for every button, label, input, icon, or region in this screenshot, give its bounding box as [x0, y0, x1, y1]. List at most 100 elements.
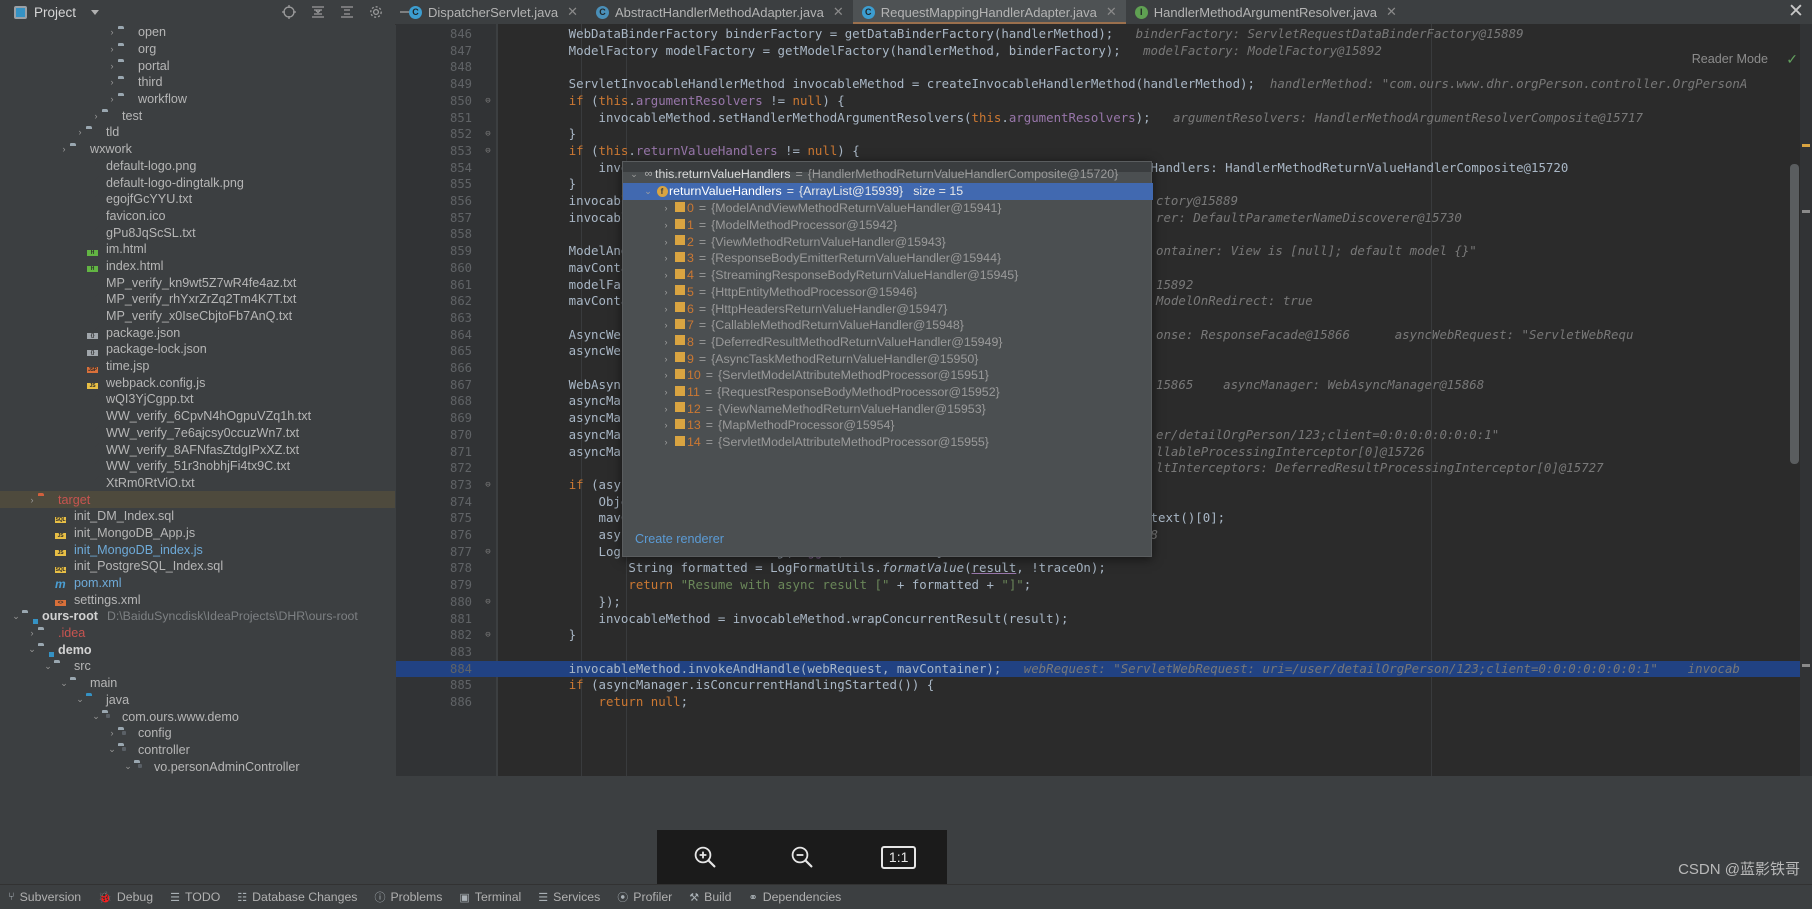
- editor-tab[interactable]: C AbstractHandlerMethodAdapter.java ✕: [587, 0, 853, 24]
- tree-row[interactable]: ⌄ main: [0, 675, 395, 692]
- chevron-down-icon[interactable]: ⌄: [74, 694, 86, 705]
- tree-row[interactable]: default-logo.png: [0, 158, 395, 175]
- image-zoom-toolbar[interactable]: 1:1: [657, 830, 947, 884]
- chevron-right-icon[interactable]: ›: [659, 387, 673, 397]
- popup-list-item[interactable]: › 2 = {ViewMethodReturnValueHandler@15943}: [659, 233, 1153, 250]
- chevron-right-icon[interactable]: ›: [26, 495, 38, 505]
- close-icon[interactable]: ✕: [1106, 4, 1117, 20]
- status-bar-debug[interactable]: 🐞 Debug: [98, 890, 153, 904]
- popup-list-item[interactable]: › 8 = {DeferredResultMethodReturnValueHandl…: [659, 334, 1153, 351]
- popup-list-item[interactable]: › 5 = {HttpEntityMethodProcessor@15946}: [659, 284, 1153, 301]
- tree-row[interactable]: SQL init_PostgreSQL_Index.sql: [0, 558, 395, 575]
- tree-row[interactable]: MP_verify_x0IseCbjtoFb7AnQ.txt: [0, 308, 395, 325]
- code-fold-icon[interactable]: ⊖: [482, 594, 494, 611]
- gear-icon[interactable]: [368, 4, 384, 20]
- chevron-right-icon[interactable]: ›: [659, 237, 673, 247]
- chevron-down-icon[interactable]: ⌄: [641, 186, 655, 197]
- tree-row[interactable]: SQL init_DM_Index.sql: [0, 508, 395, 525]
- tree-row[interactable]: default-logo-dingtalk.png: [0, 174, 395, 191]
- code-line[interactable]: 885 if (asyncManager.isConcurrentHandlin…: [396, 677, 1812, 694]
- code-line[interactable]: 846 WebDataBinderFactory binderFactory =…: [396, 26, 1812, 43]
- chevron-right-icon[interactable]: ›: [659, 354, 673, 364]
- chevron-right-icon[interactable]: ›: [659, 404, 673, 414]
- chevron-right-icon[interactable]: ›: [659, 337, 673, 347]
- popup-list-item[interactable]: › 7 = {CallableMethodReturnValueHandler@159…: [659, 317, 1153, 334]
- tree-row[interactable]: {} package.json: [0, 324, 395, 341]
- tree-row[interactable]: WW_verify_51r3nobhjFi4tx9C.txt: [0, 458, 395, 475]
- chevron-right-icon[interactable]: ›: [74, 127, 86, 137]
- chevron-right-icon[interactable]: ›: [659, 270, 673, 280]
- zoom-in-icon[interactable]: [682, 838, 728, 876]
- chevron-right-icon[interactable]: ›: [106, 27, 118, 37]
- code-line[interactable]: 848: [396, 59, 1812, 76]
- tree-row[interactable]: › .idea: [0, 625, 395, 642]
- chevron-right-icon[interactable]: ›: [659, 287, 673, 297]
- chevron-right-icon[interactable]: ›: [659, 420, 673, 430]
- chevron-down-icon[interactable]: ⌄: [106, 744, 118, 755]
- tree-row[interactable]: › wxwork: [0, 141, 395, 158]
- code-line[interactable]: 878 String formatted = LogFormatUtils.fo…: [396, 560, 1812, 577]
- status-bar-terminal[interactable]: ▣ Terminal: [459, 890, 521, 904]
- chevron-right-icon[interactable]: ›: [106, 44, 118, 54]
- code-fold-icon[interactable]: ⊖: [482, 544, 494, 561]
- code-line[interactable]: 880 ⊖ });: [396, 594, 1812, 611]
- popup-list-item[interactable]: › 3 = {ResponseBodyEmitterReturnValueHandle…: [659, 250, 1153, 267]
- code-line[interactable]: 879 return "Resume with async result [" …: [396, 577, 1812, 594]
- editor-tab[interactable]: C RequestMappingHandlerAdapter.java ✕: [852, 0, 1126, 24]
- chevron-right-icon[interactable]: ›: [659, 320, 673, 330]
- tree-row[interactable]: WW_verify_7e6ajcsy0ccuzWn7.txt: [0, 425, 395, 442]
- project-tool-button[interactable]: Project: [0, 0, 109, 24]
- chevron-right-icon[interactable]: ›: [659, 370, 673, 380]
- tree-row[interactable]: MP_verify_kn9wt5Z7wR4fe4az.txt: [0, 274, 395, 291]
- popup-list-item[interactable]: › 11 = {RequestResponseBodyMethodProcessor@…: [659, 384, 1153, 401]
- close-icon[interactable]: ✕: [833, 4, 844, 20]
- error-stripe-gutter[interactable]: [1800, 24, 1812, 776]
- code-fold-icon[interactable]: ⊖: [482, 627, 494, 644]
- chevron-right-icon[interactable]: ›: [106, 61, 118, 71]
- popup-list-item[interactable]: › 12 = {ViewNameMethodReturnValueHandler@15…: [659, 400, 1153, 417]
- status-bar-database-changes[interactable]: ☷ Database Changes: [237, 890, 357, 904]
- chevron-down-icon[interactable]: ⌄: [26, 644, 38, 655]
- tree-row[interactable]: › target: [0, 491, 395, 508]
- tree-row[interactable]: JSP time.jsp: [0, 358, 395, 375]
- popup-list-item[interactable]: › 10 = {ServletModelAttributeMethodProcesso…: [659, 367, 1153, 384]
- tree-row[interactable]: m pom.xml: [0, 575, 395, 592]
- collapse-all-icon[interactable]: [310, 4, 326, 20]
- expand-all-icon[interactable]: [339, 4, 355, 20]
- popup-list-item[interactable]: › 9 = {AsyncTaskMethodReturnValueHandler@15…: [659, 350, 1153, 367]
- chevron-right-icon[interactable]: ›: [106, 94, 118, 104]
- code-fold-icon[interactable]: ⊖: [482, 477, 494, 494]
- popup-list-item[interactable]: › 6 = {HttpHeadersReturnValueHandler@15947}: [659, 300, 1153, 317]
- tree-row[interactable]: WW_verify_6CpvN4hOgpuVZq1h.txt: [0, 408, 395, 425]
- popup-list-item[interactable]: › 1 = {ModelMethodProcessor@15942}: [659, 217, 1153, 234]
- chevron-down-icon[interactable]: ⌄: [90, 711, 102, 722]
- tree-row[interactable]: Hindex.html: [0, 258, 395, 275]
- tree-row[interactable]: ⌄ com.ours.www.demo: [0, 708, 395, 725]
- tree-row[interactable]: gPu8JqScSL.txt: [0, 224, 395, 241]
- status-bar-build[interactable]: ⚒ Build: [689, 890, 731, 904]
- tree-row[interactable]: favicon.ico: [0, 208, 395, 225]
- popup-list-item[interactable]: › 13 = {MapMethodProcessor@15954}: [659, 417, 1153, 434]
- status-bar-dependencies[interactable]: ⚭ Dependencies: [748, 890, 841, 904]
- tree-row[interactable]: ⌄ src: [0, 658, 395, 675]
- code-line[interactable]: 849 ServletInvocableHandlerMethod invoca…: [396, 76, 1812, 93]
- chevron-down-icon[interactable]: ⌄: [122, 761, 134, 772]
- popup-list-item[interactable]: › 4 = {StreamingResponseBodyReturnValueHand…: [659, 267, 1153, 284]
- tree-row[interactable]: › tld: [0, 124, 395, 141]
- code-line[interactable]: 886 return null;: [396, 694, 1812, 711]
- chevron-down-icon[interactable]: ⌄: [10, 611, 22, 622]
- code-line[interactable]: 850 ⊖ if (this.argumentResolvers != null)…: [396, 93, 1812, 110]
- inspection-ok-icon[interactable]: ✓: [1786, 51, 1798, 68]
- chevron-right-icon[interactable]: ›: [659, 304, 673, 314]
- debugger-value-popup[interactable]: ⌄ ∞ this.returnValueHandlers = {HandlerM…: [622, 161, 1153, 557]
- chevron-right-icon[interactable]: ›: [659, 253, 673, 263]
- popup-root-row[interactable]: ⌄ ∞ this.returnValueHandlers = {HandlerM…: [627, 166, 1149, 183]
- tree-row[interactable]: JS init_MongoDB_index.js: [0, 541, 395, 558]
- editor-tab[interactable]: C DispatcherServlet.java ✕: [400, 0, 587, 24]
- chevron-right-icon[interactable]: ›: [58, 144, 70, 154]
- close-icon[interactable]: ✕: [567, 4, 578, 20]
- tree-row[interactable]: › test: [0, 107, 395, 124]
- close-icon[interactable]: ✕: [1386, 4, 1397, 20]
- tree-row[interactable]: ⌄ vo.personAdminController: [0, 758, 395, 775]
- locate-icon[interactable]: [281, 4, 297, 20]
